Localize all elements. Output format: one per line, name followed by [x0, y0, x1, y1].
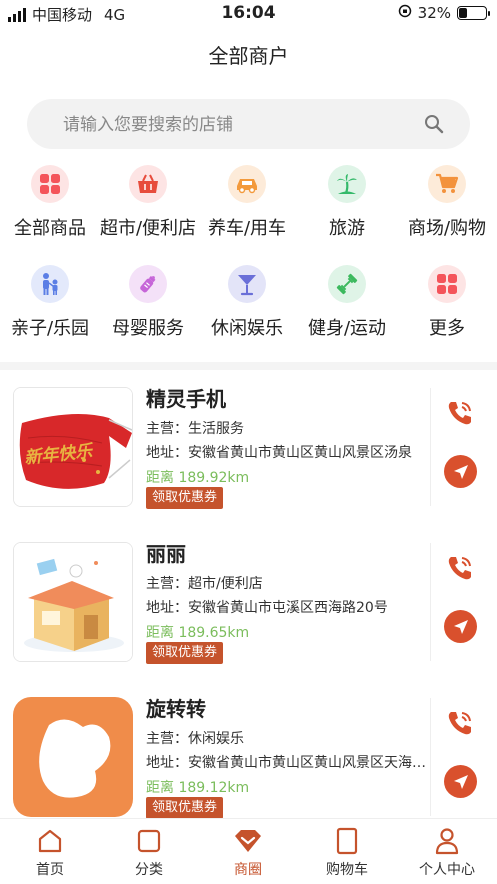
merchant-thumbnail	[13, 697, 133, 817]
category-travel[interactable]: 旅游	[297, 165, 397, 240]
tab-label: 购物车	[326, 862, 368, 878]
navigate-button[interactable]	[444, 455, 477, 488]
category-family[interactable]: 亲子/乐园	[0, 265, 100, 340]
parent-child-icon	[31, 265, 69, 303]
category-leisure[interactable]: 休闲娱乐	[197, 265, 297, 340]
baby-bottle-icon	[129, 265, 167, 303]
car-icon	[228, 165, 266, 203]
cart-icon	[428, 165, 466, 203]
category-label: 旅游	[329, 218, 365, 239]
more-grid-icon	[428, 265, 466, 303]
dumbbell-icon	[328, 265, 366, 303]
status-right: 32%	[398, 4, 490, 22]
basket-icon	[129, 165, 167, 203]
merchant-business: 主营：超市/便利店	[146, 576, 263, 592]
category-car[interactable]: 养车/用车	[197, 165, 297, 240]
rotation-lock-icon	[398, 4, 412, 22]
diamond-icon	[198, 827, 298, 855]
merchant-card[interactable]: 丽丽 主营：超市/便利店 地址：安徽省黄山市屯溪区西海路20号 距离 189.6…	[0, 538, 497, 688]
category-all-goods[interactable]: 全部商品	[0, 165, 100, 240]
merchant-card[interactable]: 新年快乐 精灵手机 主营：生活服务 地址：安徽省黄山市黄山区黄山风景区汤泉 距离…	[0, 383, 497, 533]
location-arrow-icon	[453, 464, 468, 479]
tab-label: 首页	[36, 862, 64, 878]
merchant-address: 地址：安徽省黄山市黄山区黄山风景区汤泉	[146, 445, 412, 461]
category-label: 亲子/乐园	[10, 318, 90, 339]
card-divider	[430, 388, 431, 506]
merchant-business: 主营：休闲娱乐	[146, 731, 244, 747]
bottom-tab-bar: 首页 分类 商圈 购物车 个人中心	[0, 818, 497, 884]
search-icon[interactable]	[424, 114, 444, 138]
category-label: 超市/便利店	[99, 218, 197, 239]
phone-icon[interactable]	[445, 398, 475, 428]
person-icon	[397, 827, 497, 855]
merchant-business: 主营：生活服务	[146, 421, 244, 437]
battery-percent: 32%	[417, 4, 451, 22]
category-label: 健身/运动	[307, 318, 387, 339]
cocktail-icon	[228, 265, 266, 303]
status-bar: 中国移动 4G 16:04 32%	[0, 0, 497, 30]
palm-tree-icon	[328, 165, 366, 203]
tab-label: 分类	[135, 862, 163, 878]
category-mall[interactable]: 商场/购物	[397, 165, 497, 240]
home-icon	[0, 827, 100, 855]
category-label: 母婴服务	[112, 318, 184, 339]
tab-label: 个人中心	[419, 862, 475, 878]
category-label: 养车/用车	[207, 218, 287, 239]
category-label: 全部商品	[14, 218, 86, 239]
cart-tab-icon	[297, 827, 397, 855]
merchant-name[interactable]: 精灵手机	[146, 383, 226, 412]
phone-icon[interactable]	[445, 708, 475, 738]
battery-level	[459, 8, 467, 18]
merchant-distance: 距离 189.92km	[146, 470, 250, 486]
merchant-address: 地址：安徽省黄山市屯溪区西海路20号	[146, 600, 388, 616]
merchant-thumbnail: 新年快乐	[13, 387, 133, 507]
merchant-thumbnail	[13, 542, 133, 662]
location-arrow-icon	[453, 774, 468, 789]
merchant-address: 地址：安徽省黄山市黄山区黄山风景区天海景区(…	[146, 755, 426, 771]
category-supermarket[interactable]: 超市/便利店	[98, 165, 198, 240]
tab-label: 商圈	[234, 862, 262, 878]
category-label: 休闲娱乐	[211, 318, 283, 339]
category-label: 更多	[429, 318, 465, 339]
category-maternity[interactable]: 母婴服务	[98, 265, 198, 340]
card-divider	[430, 698, 431, 816]
location-arrow-icon	[453, 619, 468, 634]
tab-category[interactable]: 分类	[99, 827, 199, 879]
category-icon	[99, 827, 199, 855]
merchant-distance: 距离 189.12km	[146, 780, 250, 796]
section-divider	[0, 362, 497, 370]
card-divider	[430, 543, 431, 661]
coupon-button[interactable]: 领取优惠券	[146, 487, 224, 509]
tab-shopping-cart[interactable]: 购物车	[297, 827, 397, 879]
tab-business-district[interactable]: 商圈	[198, 827, 298, 879]
category-more[interactable]: 更多	[397, 265, 497, 340]
page-title: 全部商户	[208, 44, 289, 68]
navigate-button[interactable]	[444, 765, 477, 798]
search-bar[interactable]	[27, 99, 470, 151]
merchant-name[interactable]: 丽丽	[146, 538, 186, 567]
search-input[interactable]	[61, 99, 405, 151]
coupon-button[interactable]: 领取优惠券	[146, 642, 224, 664]
merchant-distance: 距离 189.65km	[146, 625, 250, 641]
category-fitness[interactable]: 健身/运动	[297, 265, 397, 340]
coupon-button[interactable]: 领取优惠券	[146, 797, 224, 819]
merchant-name[interactable]: 旋转转	[146, 693, 206, 722]
battery-icon	[457, 6, 490, 20]
tab-profile[interactable]: 个人中心	[397, 827, 497, 879]
category-label: 商场/购物	[407, 218, 487, 239]
tab-home[interactable]: 首页	[0, 827, 100, 879]
navigate-button[interactable]	[444, 610, 477, 643]
phone-icon[interactable]	[445, 553, 475, 583]
grid-icon	[31, 165, 69, 203]
